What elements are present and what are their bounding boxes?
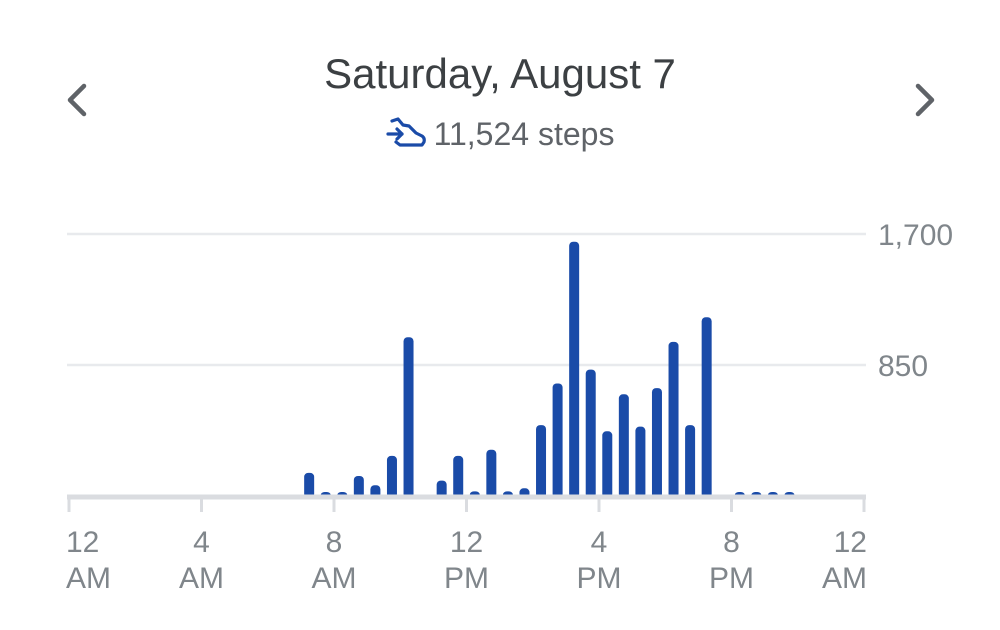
y-tick-label: 850 xyxy=(878,350,928,383)
x-tick-label: 12 xyxy=(66,526,99,559)
x-tick-label: 12 xyxy=(450,526,483,559)
x-tick-label: 4 xyxy=(193,526,210,559)
bar xyxy=(552,383,563,498)
bar xyxy=(536,425,547,498)
x-tick-label: PM xyxy=(444,562,489,595)
steps-bar-chart: 1,700850 12AM4AM8AM12PM4PM8PM12AM xyxy=(66,219,953,595)
steps-summary: 11,524 steps xyxy=(0,112,1000,156)
y-axis-labels: 1,700 850 xyxy=(878,219,953,383)
x-tick-label: PM xyxy=(577,562,622,595)
bar xyxy=(453,455,464,498)
x-tick-label: AM xyxy=(312,562,357,595)
y-tick-label: 1,700 xyxy=(878,219,953,252)
x-tick-label: AM xyxy=(66,562,111,595)
x-tick-label: PM xyxy=(709,562,754,595)
page-title: Saturday, August 7 xyxy=(324,50,676,97)
x-tick-label: AM xyxy=(822,562,867,595)
x-tick-label: 8 xyxy=(326,526,343,559)
steps-icon xyxy=(385,117,426,147)
bar xyxy=(668,341,679,498)
x-axis xyxy=(67,494,866,512)
bar xyxy=(701,317,712,498)
x-tick-label: 12 xyxy=(834,526,867,559)
steps-count: 11,524 steps xyxy=(433,116,615,152)
bar xyxy=(685,425,696,498)
x-tick-label: 4 xyxy=(591,526,608,559)
x-tick-label: 8 xyxy=(723,526,740,559)
bar xyxy=(602,431,613,498)
bar xyxy=(585,369,596,498)
bar xyxy=(386,455,397,498)
bar xyxy=(403,337,414,498)
bar xyxy=(618,394,629,498)
bar xyxy=(651,388,662,498)
chart-grid xyxy=(67,232,866,367)
x-axis-labels: 12AM4AM8AM12PM4PM8PM12AM xyxy=(66,526,867,595)
x-tick-label: AM xyxy=(179,562,224,595)
bar xyxy=(635,426,646,498)
bar xyxy=(304,472,315,498)
bar xyxy=(486,449,497,498)
chart-bars xyxy=(304,241,795,499)
bar xyxy=(569,241,580,499)
